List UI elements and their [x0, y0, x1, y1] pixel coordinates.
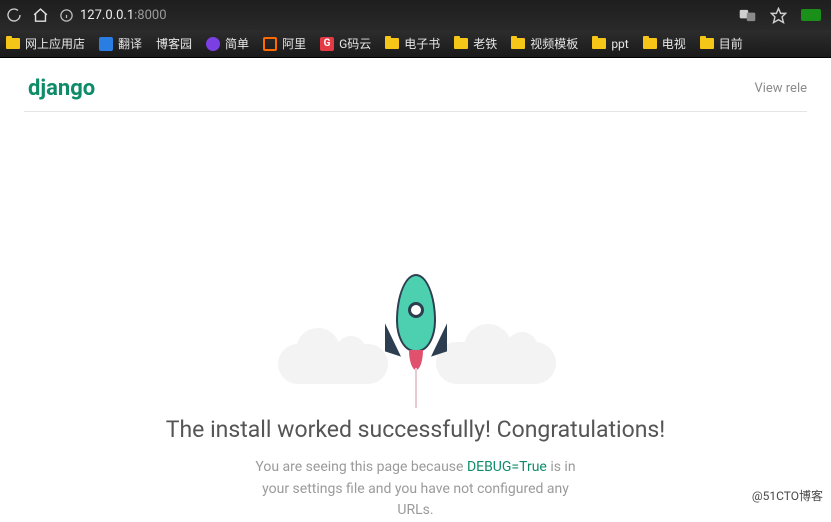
subtext-part: You are seeing this page because — [255, 459, 467, 475]
refresh-icon[interactable] — [6, 7, 22, 23]
bookmark-item[interactable]: 阿里 — [263, 35, 306, 52]
sub-text: You are seeing this page because DEBUG=T… — [255, 457, 575, 522]
hero-section: The install worked successfully! Congrat… — [0, 112, 831, 522]
rocket-body-icon — [396, 274, 436, 352]
bookmark-label: 阿里 — [282, 35, 306, 52]
bookmark-item[interactable]: ppt — [592, 37, 628, 51]
extension-badge[interactable] — [801, 9, 821, 21]
url-box[interactable]: 127.0.0.1:8000 — [59, 8, 729, 23]
bookmark-item[interactable]: 网上应用店 — [6, 35, 85, 52]
bookmark-item[interactable]: 翻译 — [99, 35, 142, 52]
bookmark-label: 视频模板 — [530, 35, 578, 52]
info-icon[interactable] — [59, 8, 74, 23]
bookmark-label: G码云 — [339, 35, 371, 52]
folder-icon — [454, 38, 468, 49]
bookmark-label: 电子书 — [404, 35, 440, 52]
rocket-window-icon — [408, 302, 424, 318]
rocket-illustration — [286, 222, 546, 402]
nav-controls — [6, 7, 49, 24]
bookmark-item[interactable]: 目前 — [700, 35, 743, 52]
site-icon — [206, 37, 220, 51]
headline-text: The install worked successfully! Congrat… — [166, 416, 665, 443]
cloud-icon — [436, 342, 556, 384]
url-host: 127.0.0.1 — [80, 8, 134, 23]
folder-icon — [385, 38, 399, 49]
bookmark-label: 简单 — [225, 35, 249, 52]
flame-icon — [409, 350, 423, 370]
page-content: django View rele The install worked succ… — [0, 58, 831, 510]
translate-icon[interactable] — [739, 8, 756, 23]
bookmark-label: 电视 — [662, 35, 686, 52]
url-port: :8000 — [134, 8, 166, 23]
bookmark-item[interactable]: 电视 — [643, 35, 686, 52]
subtext-part: your settings file and you have not conf… — [262, 481, 569, 497]
home-icon[interactable] — [32, 7, 49, 24]
bookmark-item[interactable]: 老铁 — [454, 35, 497, 52]
site-icon: G — [320, 37, 334, 51]
release-notes-link[interactable]: View rele — [754, 81, 807, 96]
star-icon[interactable] — [770, 7, 787, 24]
folder-icon — [511, 38, 525, 49]
bookmark-item[interactable]: 视频模板 — [511, 35, 578, 52]
bookmark-item[interactable]: 电子书 — [385, 35, 440, 52]
site-icon — [263, 37, 277, 51]
site-icon — [99, 37, 113, 51]
folder-icon — [643, 38, 657, 49]
browser-url-bar: 127.0.0.1:8000 — [0, 0, 831, 30]
bookmark-label: 翻译 — [118, 35, 142, 52]
bookmark-label: 网上应用店 — [25, 35, 85, 52]
bookmark-label: 老铁 — [473, 35, 497, 52]
folder-icon — [6, 38, 20, 49]
brand-logo: django — [28, 76, 95, 101]
bookmark-label: 博客园 — [156, 35, 192, 52]
page-header: django View rele — [0, 58, 831, 111]
trail-icon — [415, 368, 417, 408]
rocket-icon — [386, 260, 446, 380]
watermark-text: @51CTO博客 — [752, 487, 823, 504]
cloud-icon — [278, 344, 388, 384]
folder-icon — [592, 38, 606, 49]
bookmark-item[interactable]: G G码云 — [320, 35, 371, 52]
debug-flag-text: DEBUG=True — [467, 459, 547, 475]
bookmark-item[interactable]: 简单 — [206, 35, 249, 52]
bookmarks-bar: 网上应用店 翻译 博客园 简单 阿里 GG码云 电子书 老铁 视频模板 ppt … — [0, 30, 831, 58]
folder-icon — [700, 38, 714, 49]
url-text: 127.0.0.1:8000 — [80, 8, 167, 23]
bookmark-label: ppt — [611, 37, 628, 51]
bookmark-item[interactable]: 博客园 — [156, 35, 192, 52]
url-right-icons — [739, 7, 821, 24]
subtext-part: is in — [547, 459, 576, 475]
bookmark-label: 目前 — [719, 35, 743, 52]
subtext-part: URLs. — [397, 502, 433, 518]
